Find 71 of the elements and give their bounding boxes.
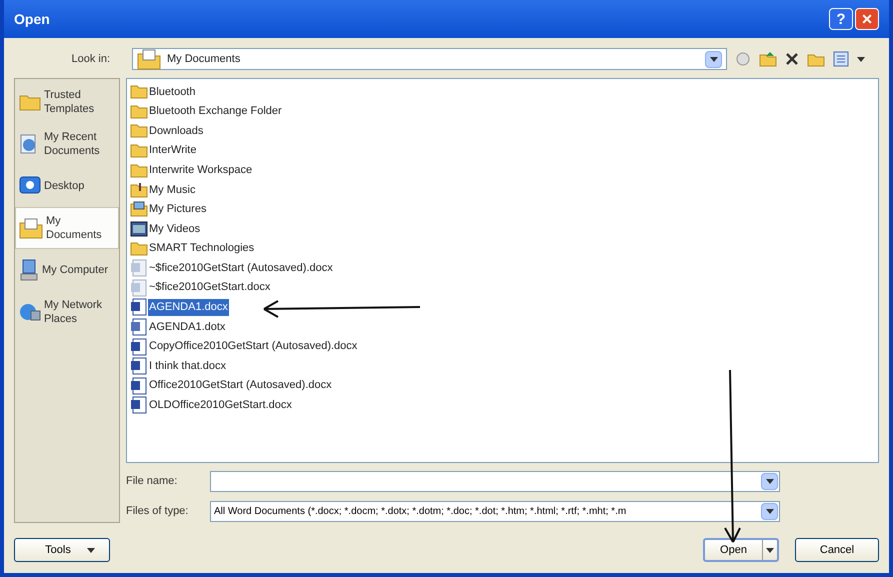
files-of-type-dropdown[interactable]: All Word Documents (*.docx; *.docm; *.dotx; *.dotm; *.doc; *.dot; *.htm; *.html; *.rtf; *.mht; *.m xyxy=(210,500,780,522)
places-item[interactable]: My Computer xyxy=(15,249,119,291)
film-folder-icon xyxy=(130,220,148,237)
look-in-label: Look in: xyxy=(70,52,111,67)
word-document-icon xyxy=(130,318,148,336)
file-item[interactable]: SMART Technologies xyxy=(130,238,878,258)
computer-icon xyxy=(19,259,39,281)
file-item[interactable]: Bluetooth Exchange Folder xyxy=(130,102,878,122)
open-button[interactable]: Open xyxy=(703,538,779,562)
folder-icon xyxy=(130,241,148,256)
file-item[interactable]: I think that.docx xyxy=(130,356,878,376)
file-item[interactable]: ~$fice2010GetStart (Autosaved).docx xyxy=(130,258,878,278)
places-item[interactable]: My Recent Documents xyxy=(15,123,119,165)
delete-icon[interactable] xyxy=(785,52,799,66)
word-document-icon xyxy=(130,259,148,278)
desktop-icon xyxy=(19,176,41,196)
file-item[interactable]: ~$fice2010GetStart.docx xyxy=(130,278,878,298)
up-folder-icon[interactable] xyxy=(759,51,777,67)
help-button[interactable]: ? xyxy=(829,8,853,30)
dropdown-button[interactable] xyxy=(761,472,778,490)
word-document-icon xyxy=(130,298,148,316)
views-icon[interactable] xyxy=(833,51,849,67)
file-item[interactable]: OLDOffice2010GetStart.docx xyxy=(130,396,878,416)
dropdown-button[interactable] xyxy=(705,50,722,68)
cancel-button[interactable]: Cancel xyxy=(795,538,879,562)
dropdown-arrow-icon xyxy=(710,56,718,62)
places-item[interactable]: Trusted Templates xyxy=(15,81,119,123)
file-item[interactable]: My Pictures xyxy=(130,200,878,220)
folder-icon xyxy=(130,104,148,119)
folder-icon xyxy=(130,84,148,100)
folder-icon xyxy=(19,93,41,111)
file-name-field[interactable] xyxy=(210,470,780,492)
tools-button[interactable]: Tools xyxy=(14,538,110,562)
file-item[interactable]: AGENDA1.dotx xyxy=(130,317,878,337)
folder-icon xyxy=(130,143,148,158)
word-document-icon xyxy=(130,396,148,414)
folder-documents-icon xyxy=(137,48,161,70)
file-item[interactable]: AGENDA1.docx xyxy=(130,298,878,318)
views-menu-caret-icon xyxy=(857,56,865,62)
word-document-icon xyxy=(130,278,148,297)
places-item[interactable]: My Network Places xyxy=(15,291,119,333)
globe-computer-icon xyxy=(19,301,41,323)
look-in-dropdown[interactable]: My Documents xyxy=(132,48,727,70)
folder-pictures-icon xyxy=(130,201,148,218)
close-button[interactable]: × xyxy=(855,8,879,30)
dropdown-arrow-icon xyxy=(766,508,774,514)
open-options-caret-icon xyxy=(766,548,774,552)
window-title: Open xyxy=(14,10,51,29)
word-document-icon xyxy=(130,338,148,356)
file-item[interactable]: Downloads xyxy=(130,121,878,141)
files-of-type-label: Files of type: xyxy=(126,504,190,519)
folder-icon xyxy=(130,123,148,138)
folder-music-icon xyxy=(130,182,148,198)
places-item[interactable]: My Documents xyxy=(15,207,119,249)
word-document-icon xyxy=(130,357,148,376)
file-item[interactable]: Office2010GetStart (Autosaved).docx xyxy=(130,376,878,396)
dropdown-arrow-icon xyxy=(766,478,774,484)
places-item[interactable]: Desktop xyxy=(15,165,119,207)
file-item[interactable]: My Videos xyxy=(130,219,878,239)
file-item[interactable]: InterWrite xyxy=(130,140,878,160)
folder-documents-icon xyxy=(19,217,43,239)
file-item[interactable]: My Music xyxy=(130,180,878,200)
dropdown-arrow-icon xyxy=(87,548,95,552)
file-name-label: File name: xyxy=(126,474,178,489)
word-document-icon xyxy=(130,376,148,395)
file-item[interactable]: CopyOffice2010GetStart (Autosaved).docx xyxy=(130,336,878,356)
back-icon[interactable] xyxy=(735,51,751,67)
file-item[interactable]: Interwrite Workspace xyxy=(130,160,878,180)
file-item[interactable]: Bluetooth xyxy=(130,82,878,102)
folder-icon xyxy=(130,162,148,178)
dropdown-button[interactable] xyxy=(761,502,778,520)
